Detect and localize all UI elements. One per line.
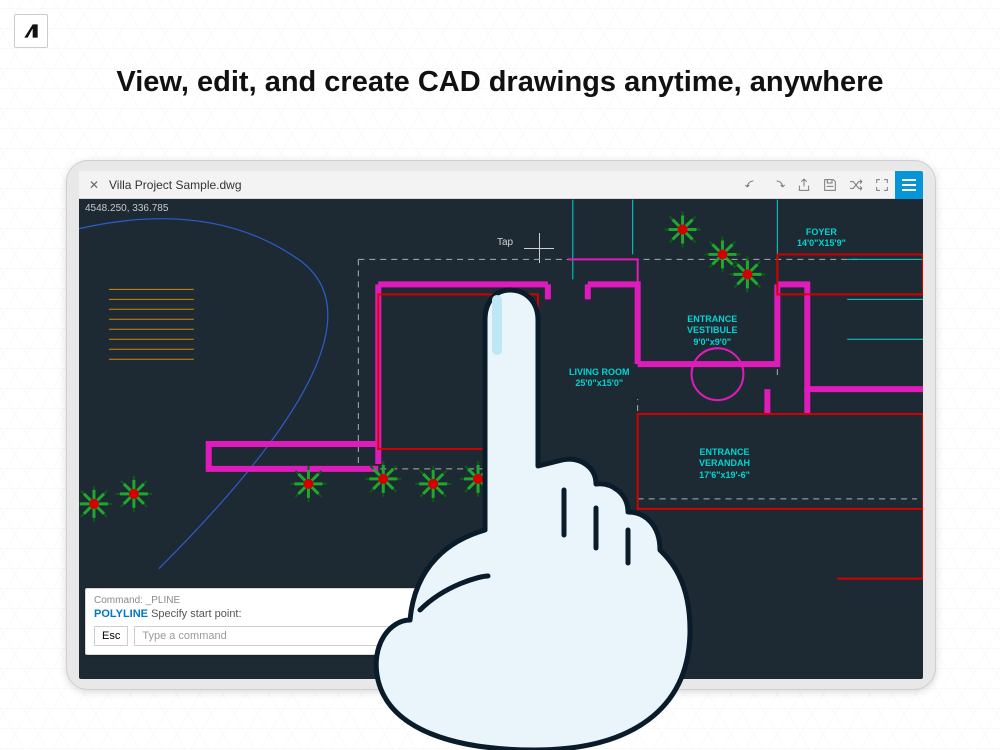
autodesk-logo-icon — [21, 21, 41, 41]
save-icon — [822, 177, 838, 193]
undo-button[interactable] — [739, 171, 765, 199]
app-header: ✕ Villa Project Sample.dwg — [79, 171, 923, 199]
room-label-vestibule: ENTRANCE VESTIBULE 9'0"x9'0" — [687, 314, 738, 348]
share-icon — [796, 177, 812, 193]
redo-icon — [770, 177, 786, 193]
tablet-screen: ✕ Villa Project Sample.dwg — [79, 171, 923, 679]
undo-icon — [744, 177, 760, 193]
command-history: Command: _PLINE — [94, 595, 476, 606]
save-button[interactable] — [817, 171, 843, 199]
enter-key[interactable]: Enter — [434, 626, 476, 646]
drawing-canvas[interactable]: 4548.250, 336.785 Tap — [79, 199, 923, 679]
room-label-foyer: FOYER 14'0"X15'9" — [797, 227, 846, 250]
room-label-verandah: ENTRANCE VERANDAH 17'6"x19'-6" — [699, 447, 750, 481]
marketing-headline: View, edit, and create CAD drawings anyt… — [0, 66, 1000, 99]
command-input[interactable] — [134, 626, 427, 646]
shuffle-button[interactable] — [843, 171, 869, 199]
device-nav-handle: | | | — [487, 664, 515, 675]
document-title: Villa Project Sample.dwg — [109, 178, 242, 192]
command-prompt: POLYLINE Specify start point: — [94, 608, 476, 620]
close-button[interactable]: ✕ — [79, 178, 109, 192]
menu-button[interactable] — [895, 171, 923, 199]
share-button[interactable] — [791, 171, 817, 199]
brand-logo — [14, 14, 48, 48]
tablet-frame: ✕ Villa Project Sample.dwg — [66, 160, 936, 690]
command-prompt-text: Specify start point: — [151, 608, 242, 620]
fullscreen-icon — [874, 177, 890, 193]
command-bar: Command: _PLINE POLYLINE Specify start p… — [85, 588, 485, 655]
fullscreen-button[interactable] — [869, 171, 895, 199]
esc-key[interactable]: Esc — [94, 626, 128, 646]
hamburger-icon — [902, 184, 916, 186]
redo-button[interactable] — [765, 171, 791, 199]
command-name: POLYLINE — [94, 608, 148, 620]
room-label-living: LIVING ROOM 25'0"x15'0" — [569, 367, 630, 390]
shuffle-icon — [848, 177, 864, 193]
